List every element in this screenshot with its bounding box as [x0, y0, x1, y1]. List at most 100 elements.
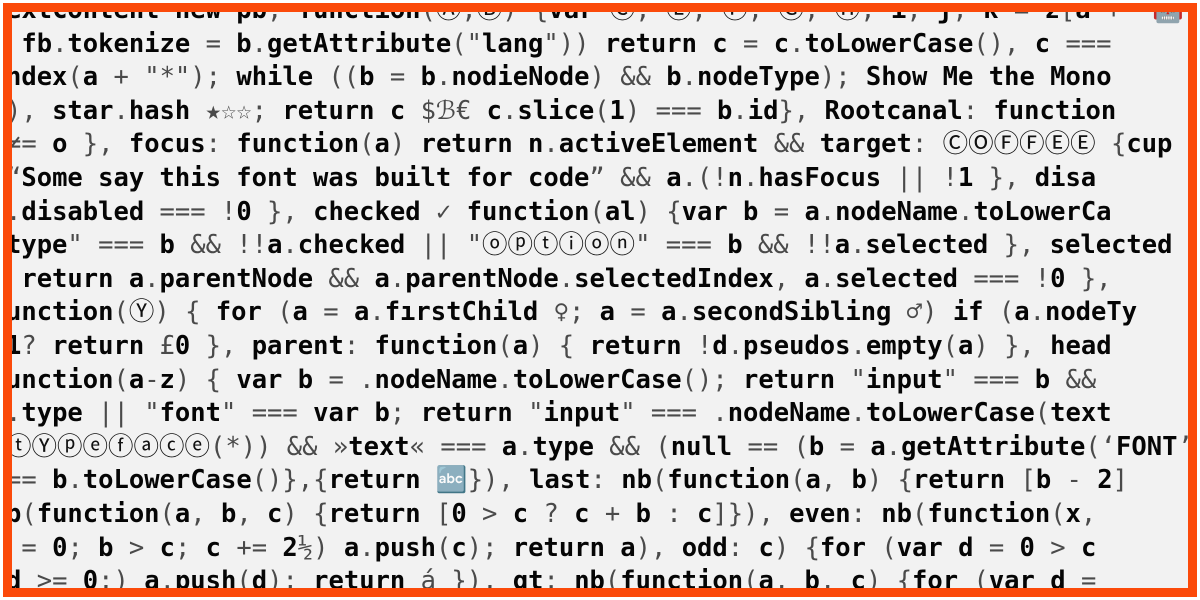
specimen-run	[344, 365, 359, 395]
specimen-run: .	[369, 297, 385, 328]
specimen-run: 0	[236, 196, 268, 227]
specimen-run: {	[205, 364, 221, 395]
specimen-run: b	[36, 465, 68, 496]
specimen-run: (	[159, 498, 175, 529]
specimen-run: "	[620, 398, 636, 429]
specimen-run: 1	[609, 95, 625, 126]
specimen-run: ⒸⓄⒻⒻⒺⒺ	[942, 129, 1096, 160]
specimen-run: 2	[267, 532, 298, 563]
specimen-run: (	[1034, 398, 1051, 429]
specimen-run: [	[1059, 3, 1076, 25]
specimen-run: },	[205, 330, 237, 361]
specimen-run: 2	[1081, 465, 1113, 496]
specimen-run: if	[937, 297, 999, 328]
specimen-run: al	[604, 196, 636, 227]
specimen-run: ,	[635, 3, 651, 25]
specimen-run: },	[988, 162, 1020, 193]
specimen-run: selectedIndex	[574, 263, 774, 294]
specimen-run: »	[332, 431, 349, 462]
specimen-run: selected	[835, 263, 974, 294]
specimen-run: ===	[251, 398, 298, 429]
specimen-run: return a	[497, 532, 636, 563]
specimen-line: return a.parentNode && a.parentNode.sele…	[12, 263, 1188, 297]
specimen-run: ===	[1065, 28, 1112, 59]
specimen-run: var b	[297, 398, 390, 429]
specimen-run: .(!	[681, 162, 728, 193]
specimen-run: FONT	[1116, 431, 1178, 462]
specimen-line: .type || "font" === var b; return "input…	[6, 397, 1188, 431]
specimen-run: secondSibling	[691, 297, 907, 328]
specimen-run: ||	[896, 162, 928, 193]
specimen-run: ]	[1112, 465, 1128, 496]
specimen-run: =	[389, 62, 406, 93]
specimen-run: x	[1065, 498, 1081, 529]
specimen-run: return	[405, 398, 529, 429]
specimen-run: "))	[543, 28, 590, 59]
specimen-run: .	[6, 398, 22, 429]
specimen-run: {	[533, 3, 549, 25]
specimen-run: :	[205, 129, 221, 160]
specimen-run: ===	[973, 364, 1020, 395]
specimen-run: toLowerCase	[804, 28, 974, 59]
specimen-run	[12, 533, 21, 563]
specimen-run: &&	[328, 263, 360, 294]
specimen-run	[318, 432, 333, 462]
specimen-run: b	[359, 62, 390, 93]
specimen-run: return	[36, 330, 160, 361]
specimen-run: +=	[236, 532, 268, 563]
specimen-run: !	[696, 330, 713, 361]
specimen-run: nodeTy	[1044, 297, 1138, 328]
specimen-run: ,	[952, 3, 968, 25]
specimen-run: return	[913, 465, 1021, 496]
specimen-run: unction	[6, 364, 114, 395]
specimen-run: o	[36, 129, 83, 160]
specimen-run: (	[973, 566, 989, 597]
specimen-run	[543, 331, 558, 361]
specimen-run: :	[911, 129, 928, 160]
specimen-run: )	[282, 498, 298, 529]
specimen-run: "	[528, 398, 544, 429]
specimen-run: toLowerCase	[512, 364, 682, 395]
specimen-run: getAttribute	[901, 431, 1086, 462]
specimen-run: .	[850, 330, 866, 361]
specimen-run: b	[1019, 364, 1066, 395]
specimen-run: ,	[267, 3, 283, 25]
specimen-run: .	[789, 28, 805, 59]
specimen-run: Ⓒ	[609, 3, 636, 25]
specimen-run: )	[502, 3, 518, 25]
specimen-run: ||	[420, 230, 452, 261]
specimen-run: {	[313, 498, 329, 529]
specimen-run: push	[374, 532, 437, 563]
specimen-run: function	[620, 566, 744, 597]
specimen-run: .	[850, 398, 866, 429]
specimen-run: 0	[451, 498, 483, 529]
specimen-run: a	[1075, 3, 1106, 25]
specimen-run: b	[701, 95, 733, 126]
specimen-run: {	[185, 297, 201, 328]
specimen-run: (	[436, 532, 452, 563]
specimen-line: unction(Ⓨ) { for (a = a.fırstChild ♀; a …	[6, 296, 1188, 330]
specimen-run: (	[912, 498, 928, 529]
specimen-run: b	[836, 465, 867, 496]
specimen-run: toLowerCase	[82, 465, 252, 496]
specimen-run: Ⓗ	[834, 3, 861, 25]
specimen-run	[819, 12, 834, 25]
specimen-run: ===	[159, 196, 206, 227]
specimen-run: b	[1035, 465, 1067, 496]
specimen-run	[129, 398, 144, 428]
specimen-run: slice	[517, 95, 595, 126]
specimen-run: ”	[589, 162, 605, 193]
specimen-run: unction	[6, 297, 114, 328]
specimen-run: )	[389, 129, 406, 160]
specimen-run: =	[743, 28, 759, 59]
specimen-run: d	[251, 566, 268, 597]
specimen-run: .	[676, 297, 692, 328]
specimen-run: var b	[220, 364, 329, 395]
specimen-run: c	[558, 498, 605, 529]
specimen-run: “	[6, 162, 22, 193]
specimen-run: +	[1105, 3, 1122, 25]
specimen-run: «	[409, 431, 426, 462]
specimen-run: a	[805, 465, 821, 496]
specimen-run: type	[21, 398, 99, 429]
specimen-run: b	[620, 498, 667, 529]
